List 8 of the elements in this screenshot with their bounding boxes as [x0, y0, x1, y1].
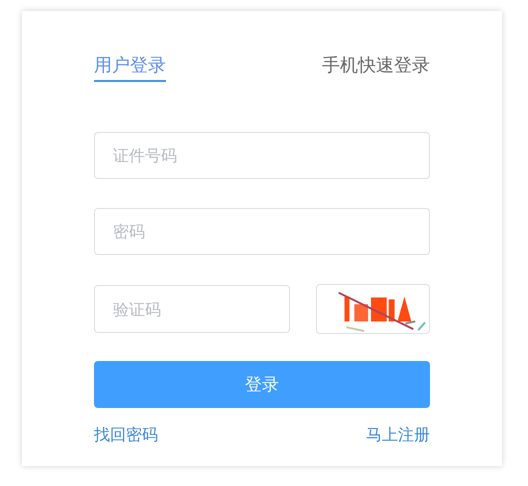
login-tab[interactable]: 手机快速登录: [322, 51, 430, 82]
password-field[interactable]: 密码: [94, 208, 430, 255]
id-number-field[interactable]: 证件号码: [94, 132, 430, 179]
login-button[interactable]: 登录: [94, 361, 430, 408]
link[interactable]: 马上注册: [366, 425, 430, 446]
link[interactable]: 找回密码: [94, 425, 158, 446]
captcha-field[interactable]: 验证码: [94, 285, 290, 333]
login-tab[interactable]: 用户登录: [94, 51, 166, 82]
